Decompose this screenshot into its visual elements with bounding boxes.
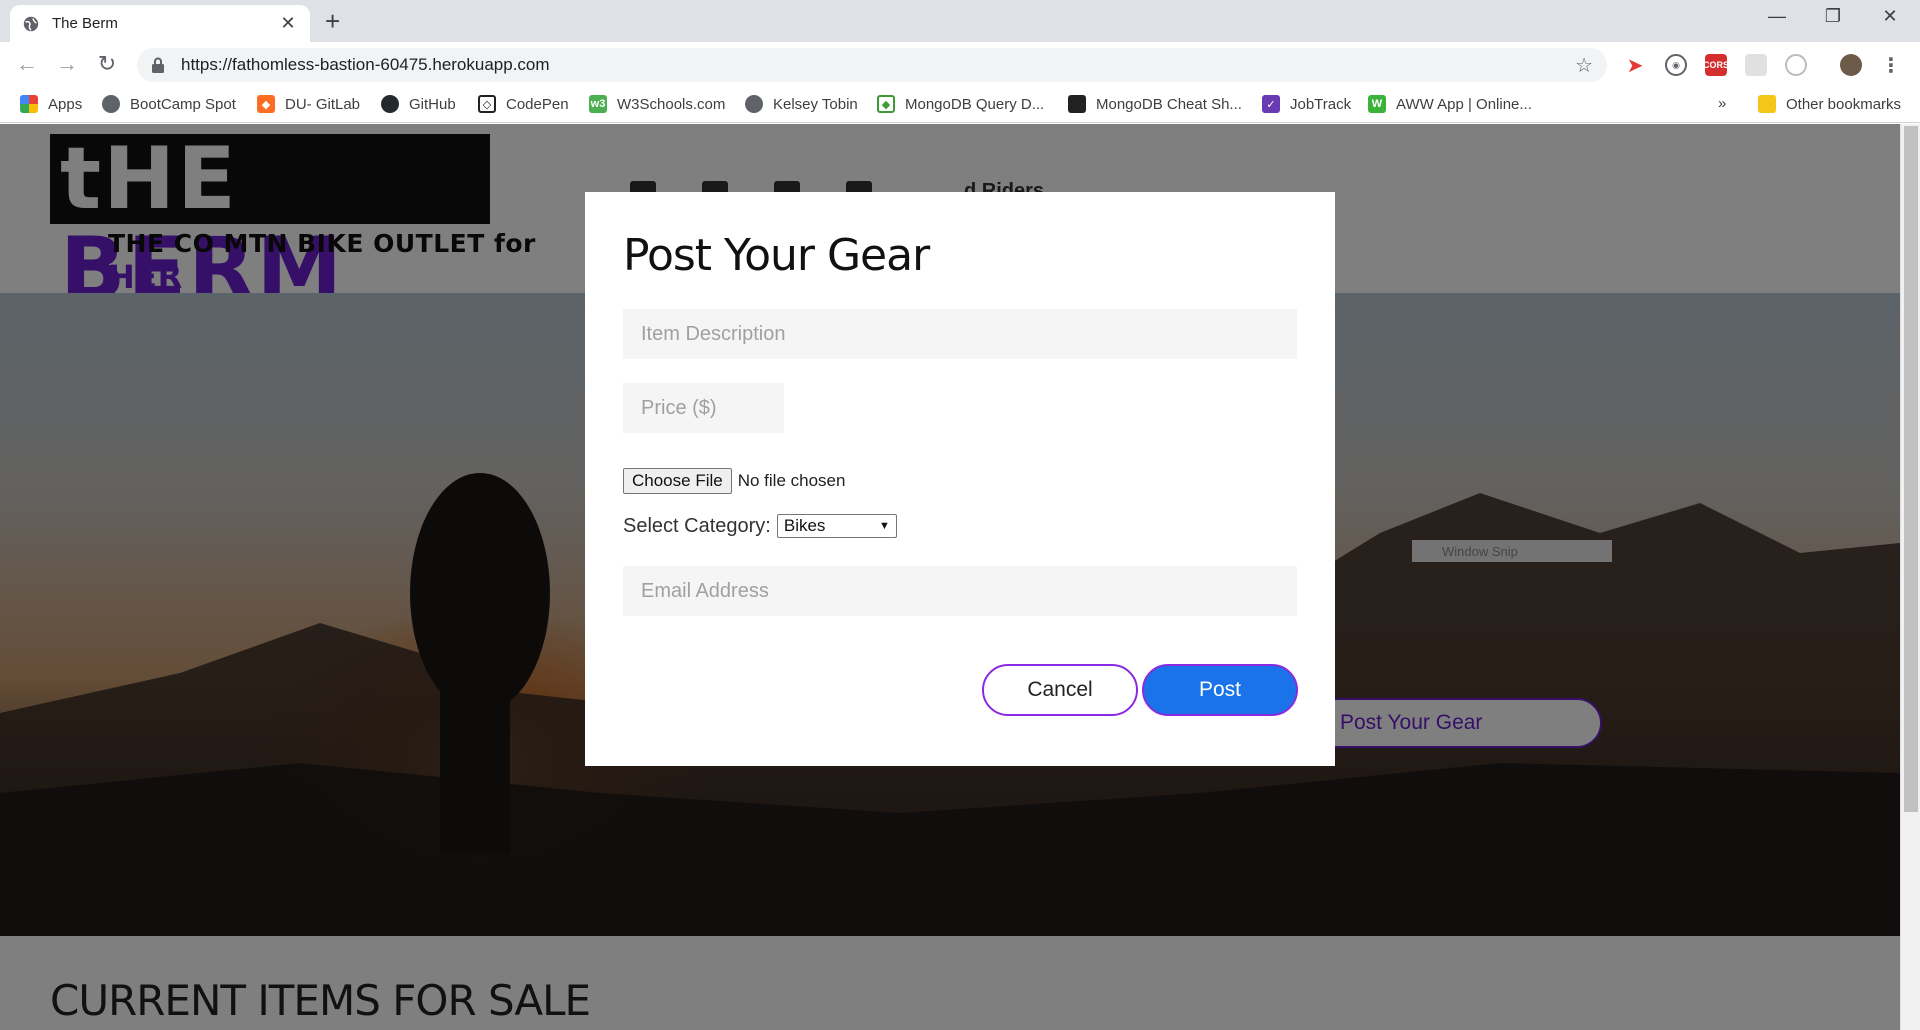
bookmark-item[interactable]: ✓ JobTrack <box>1262 95 1351 113</box>
page-scrollbar[interactable] <box>1900 124 1920 1030</box>
dropdown-arrow-icon: ▼ <box>878 520 890 532</box>
category-selected-value: Bikes <box>783 516 826 535</box>
extension-clock-icon[interactable] <box>1785 54 1807 76</box>
w3schools-icon: w3 <box>589 95 607 113</box>
restore-icon[interactable]: ❐ <box>1813 6 1853 27</box>
minimize-icon[interactable]: — <box>1757 6 1797 27</box>
file-upload-row: Choose File No file chosen <box>623 468 845 494</box>
bookmark-item[interactable]: GitHub <box>381 95 456 113</box>
tab-close-icon[interactable]: ✕ <box>278 13 298 34</box>
bookmark-item[interactable]: MongoDB Cheat Sh... <box>1068 95 1242 113</box>
extension-grey-icon[interactable] <box>1745 54 1767 76</box>
new-tab-icon[interactable]: + <box>325 8 340 34</box>
bookmark-label: MongoDB Cheat Sh... <box>1096 95 1242 113</box>
bookmark-label: Apps <box>48 95 83 113</box>
extension-circle-icon[interactable]: ◉ <box>1665 54 1687 76</box>
choose-file-button[interactable]: Choose File <box>623 468 732 494</box>
cancel-button[interactable]: Cancel <box>982 664 1138 716</box>
scrollbar-thumb[interactable] <box>1904 126 1918 812</box>
back-icon[interactable]: ← <box>12 52 42 76</box>
bookmark-star-icon[interactable]: ☆ <box>1575 53 1593 78</box>
aww-icon: W <box>1368 95 1386 113</box>
globe-icon <box>23 16 39 31</box>
bookmark-label: MongoDB Query D... <box>905 95 1045 113</box>
bookmark-item[interactable]: w3 W3Schools.com <box>589 95 725 113</box>
bookmarks-bar: Apps BootCamp Spot ◆ DU- GitLab GitHub ◇… <box>0 87 1920 123</box>
modal-title: Post Your Gear <box>623 230 930 281</box>
post-gear-modal: Post Your Gear Choose File No file chose… <box>585 192 1335 766</box>
profile-avatar[interactable] <box>1840 54 1862 76</box>
file-status-text: No file chosen <box>737 471 846 490</box>
price-input[interactable] <box>623 383 784 433</box>
bookmark-label: GitHub <box>409 95 456 113</box>
post-button[interactable]: Post <box>1142 664 1298 716</box>
forward-icon[interactable]: → <box>52 52 82 76</box>
cors-extension-icon[interactable]: CORS <box>1703 54 1729 76</box>
bookmark-label: DU- GitLab <box>285 95 361 113</box>
browser-tab[interactable]: The Berm ✕ <box>10 5 310 42</box>
more-bookmarks-button[interactable]: » <box>1718 95 1726 112</box>
bookmark-label: AWW App | Online... <box>1396 95 1532 113</box>
item-description-input[interactable] <box>623 309 1297 359</box>
other-bookmarks-folder[interactable]: Other bookmarks <box>1758 95 1901 113</box>
doc-icon <box>1068 95 1086 113</box>
bookmark-label: W3Schools.com <box>617 95 726 113</box>
category-select[interactable]: Bikes ▼ <box>776 514 897 538</box>
bookmark-label: Other bookmarks <box>1786 95 1902 113</box>
lock-icon <box>152 57 164 73</box>
bookmark-item[interactable]: Apps <box>20 95 82 113</box>
web-page: tHE BERM THE CO MTN BIKE OUTLET for HER … <box>0 124 1920 1030</box>
cast-extension-icon[interactable]: ➤ <box>1624 54 1646 77</box>
jobtrack-icon: ✓ <box>1262 95 1280 113</box>
github-icon <box>381 95 399 113</box>
bookmark-item[interactable]: ◆ DU- GitLab <box>257 95 360 113</box>
gitlab-icon: ◆ <box>257 95 275 113</box>
bookmark-label: BootCamp Spot <box>130 95 236 113</box>
reload-icon[interactable]: ↻ <box>92 52 122 76</box>
bookmark-item[interactable]: ◇ CodePen <box>478 95 569 113</box>
apps-grid-icon <box>20 95 38 113</box>
bookmark-item[interactable]: BootCamp Spot <box>102 95 236 113</box>
browser-toolbar: ← → ↻ https://fathomless-bastion-60475.h… <box>0 42 1920 87</box>
globe-icon <box>102 95 120 113</box>
address-bar[interactable]: https://fathomless-bastion-60475.herokua… <box>137 48 1607 82</box>
mongodb-icon: ◆ <box>877 95 895 113</box>
email-input[interactable] <box>623 566 1297 616</box>
tab-title: The Berm <box>52 15 118 32</box>
folder-icon <box>1758 95 1776 113</box>
codepen-icon: ◇ <box>478 95 496 113</box>
bookmark-item[interactable]: W AWW App | Online... <box>1368 95 1532 113</box>
url-text: https://fathomless-bastion-60475.herokua… <box>181 55 550 74</box>
bookmark-item[interactable]: ◆ MongoDB Query D... <box>877 95 1044 113</box>
browser-tabstrip: The Berm ✕ + — ❐ ✕ <box>0 0 1920 42</box>
bookmark-label: JobTrack <box>1290 95 1352 113</box>
category-label: Select Category: <box>623 514 771 537</box>
bookmark-label: Kelsey Tobin <box>773 95 858 113</box>
bookmark-label: CodePen <box>506 95 569 113</box>
bookmark-item[interactable]: Kelsey Tobin <box>745 95 858 113</box>
menu-kebab-icon[interactable]: ⋮ <box>1880 54 1902 77</box>
close-window-icon[interactable]: ✕ <box>1870 6 1910 27</box>
category-row: Select Category: Bikes ▼ <box>623 514 897 538</box>
globe-icon <box>745 95 763 113</box>
